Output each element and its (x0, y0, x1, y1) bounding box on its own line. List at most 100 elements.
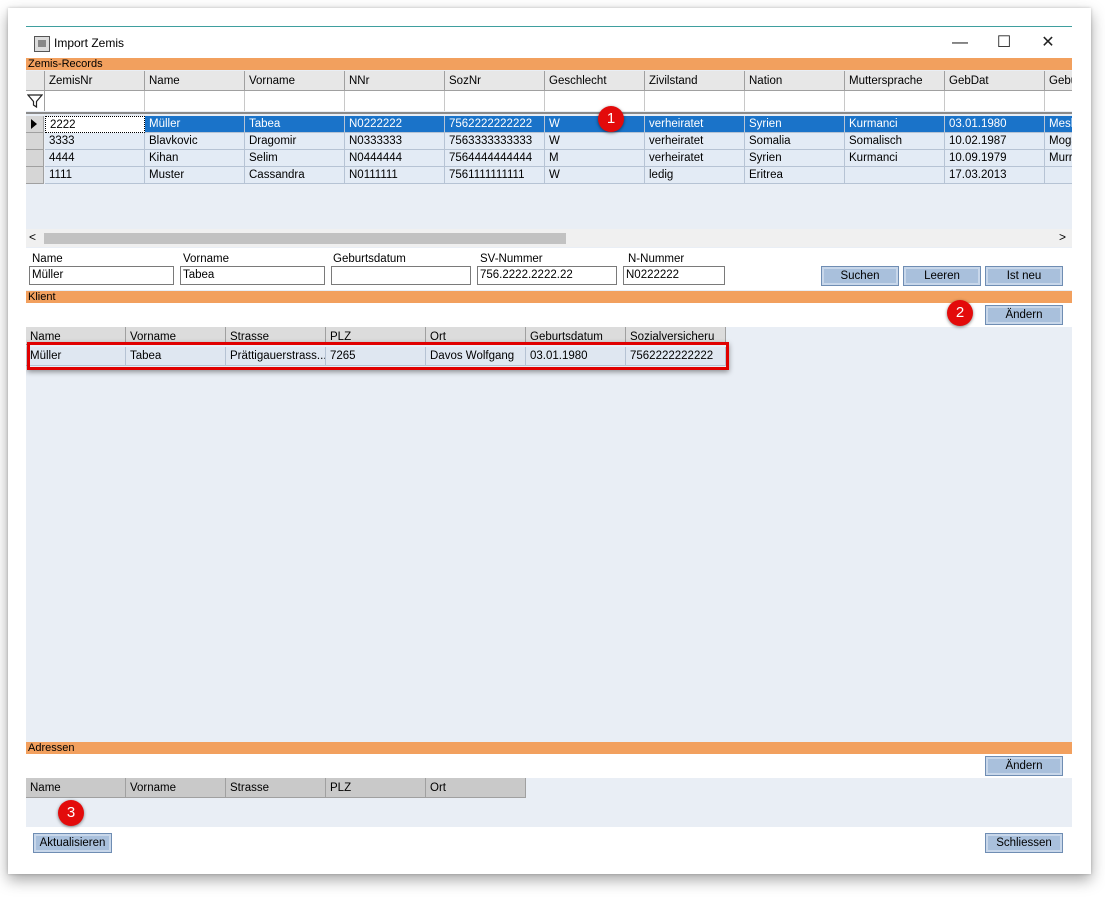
table-cell[interactable]: 2222 (45, 116, 145, 133)
table-cell[interactable]: W (545, 133, 645, 150)
table-cell[interactable]: Moga (1045, 133, 1072, 150)
table-cell[interactable]: 10.09.1979 (945, 150, 1045, 167)
table-cell[interactable]: Murra (1045, 150, 1072, 167)
table-cell[interactable]: 03.01.1980 (945, 116, 1045, 133)
table-cell[interactable]: Müller (145, 116, 245, 133)
table-cell[interactable]: Mesk (1045, 116, 1072, 133)
table-cell[interactable]: verheiratet (645, 133, 745, 150)
filter-input[interactable] (745, 91, 845, 111)
step-marker-1: 1 (598, 106, 624, 132)
n-nummer-input[interactable]: N0222222 (623, 266, 725, 285)
table-cell[interactable]: Eritrea (745, 167, 845, 184)
zemis-col-header[interactable]: SozNr (445, 71, 545, 91)
vorname-input[interactable]: Tabea (180, 266, 325, 285)
table-cell[interactable]: Somalisch (845, 133, 945, 150)
table-cell[interactable]: Blavkovic (145, 133, 245, 150)
name-input[interactable]: Müller (29, 266, 174, 285)
zemis-col-header[interactable]: Nation (745, 71, 845, 91)
table-cell[interactable]: W (545, 167, 645, 184)
zemis-col-header[interactable]: NNr (345, 71, 445, 91)
filter-input[interactable] (245, 91, 345, 111)
table-cell[interactable]: Kihan (145, 150, 245, 167)
maximize-button[interactable]: ☐ (986, 31, 1022, 55)
table-cell[interactable]: W (545, 116, 645, 133)
filter-input[interactable] (345, 91, 445, 111)
scroll-right-arrow[interactable]: > (1059, 230, 1066, 244)
adressen-section-header: Adressen (26, 742, 1072, 754)
table-cell[interactable]: N0111111 (345, 167, 445, 184)
table-cell[interactable]: 7563333333333 (445, 133, 545, 150)
adressen-col-header[interactable]: Ort (426, 778, 526, 798)
adressen-toolbar: Ändern (26, 754, 1072, 778)
table-cell[interactable]: Cassandra (245, 167, 345, 184)
aktualisieren-button[interactable]: Aktualisieren (33, 833, 112, 853)
schliessen-button[interactable]: Schliessen (985, 833, 1063, 853)
table-cell[interactable]: Dragomir (245, 133, 345, 150)
table-cell[interactable]: Tabea (245, 116, 345, 133)
table-cell[interactable]: Syrien (745, 150, 845, 167)
table-cell[interactable]: ledig (645, 167, 745, 184)
table-cell[interactable]: Kurmanci (845, 116, 945, 133)
table-cell[interactable]: 17.03.2013 (945, 167, 1045, 184)
title-bar: Import Zemis — ☐ ✕ (26, 26, 1072, 58)
table-cell[interactable]: M (545, 150, 645, 167)
row-header[interactable] (26, 150, 44, 167)
adressen-col-header[interactable]: Strasse (226, 778, 326, 798)
table-cell[interactable]: N0222222 (345, 116, 445, 133)
leeren-button[interactable]: Leeren (903, 266, 981, 286)
scroll-left-arrow[interactable]: < (29, 230, 36, 244)
scroll-thumb[interactable] (44, 233, 566, 244)
table-cell[interactable]: 4444 (45, 150, 145, 167)
table-cell[interactable] (1045, 167, 1072, 184)
zemis-hscrollbar[interactable]: < > (26, 229, 1072, 247)
table-cell[interactable] (845, 167, 945, 184)
filter-input[interactable] (445, 91, 545, 111)
table-cell[interactable]: verheiratet (645, 150, 745, 167)
row-header[interactable] (26, 167, 44, 184)
table-cell[interactable]: Kurmanci (845, 150, 945, 167)
suchen-button[interactable]: Suchen (821, 266, 899, 286)
table-cell[interactable]: 7561111111111 (445, 167, 545, 184)
zemis-col-header[interactable]: Gebu (1045, 71, 1072, 91)
zemis-col-header[interactable]: Muttersprache (845, 71, 945, 91)
adressen-col-header[interactable]: PLZ (326, 778, 426, 798)
step-marker-2: 2 (947, 300, 973, 326)
table-cell[interactable]: verheiratet (645, 116, 745, 133)
table-cell[interactable]: Somalia (745, 133, 845, 150)
table-cell[interactable]: 3333 (45, 133, 145, 150)
filter-icon[interactable] (26, 91, 45, 111)
zemis-col-header[interactable]: Vorname (245, 71, 345, 91)
table-cell[interactable]: N0444444 (345, 150, 445, 167)
filter-input[interactable] (145, 91, 245, 111)
zemis-col-header[interactable]: Geschlecht (545, 71, 645, 91)
ist-neu-button[interactable]: Ist neu (985, 266, 1063, 286)
filter-input[interactable] (845, 91, 945, 111)
adressen-aendern-button[interactable]: Ändern (985, 756, 1063, 776)
zemis-col-header[interactable]: GebDat (945, 71, 1045, 91)
minimize-button[interactable]: — (942, 31, 978, 55)
table-cell[interactable]: Syrien (745, 116, 845, 133)
zemis-col-header[interactable]: ZemisNr (45, 71, 145, 91)
filter-input[interactable] (945, 91, 1045, 111)
table-cell[interactable]: 1111 (45, 167, 145, 184)
table-cell[interactable]: N0333333 (345, 133, 445, 150)
zemis-col-header[interactable]: Name (145, 71, 245, 91)
table-cell[interactable]: Selim (245, 150, 345, 167)
filter-input[interactable] (45, 91, 145, 111)
table-cell[interactable]: 10.02.1987 (945, 133, 1045, 150)
sv-nummer-input[interactable]: 756.2222.2222.22 (477, 266, 617, 285)
close-button[interactable]: ✕ (1030, 31, 1066, 55)
filter-input[interactable] (545, 91, 645, 111)
adressen-col-header[interactable]: Name (26, 778, 126, 798)
table-cell[interactable]: 7562222222222 (445, 116, 545, 133)
table-cell[interactable]: Muster (145, 167, 245, 184)
klient-aendern-button[interactable]: Ändern (985, 305, 1063, 325)
geburtsdatum-input[interactable] (331, 266, 471, 285)
row-header[interactable] (26, 133, 44, 150)
filter-input[interactable] (645, 91, 745, 111)
zemis-col-header[interactable]: Zivilstand (645, 71, 745, 91)
filter-input[interactable] (1045, 91, 1072, 111)
table-cell[interactable]: 7564444444444 (445, 150, 545, 167)
row-header[interactable] (26, 116, 44, 133)
adressen-col-header[interactable]: Vorname (126, 778, 226, 798)
